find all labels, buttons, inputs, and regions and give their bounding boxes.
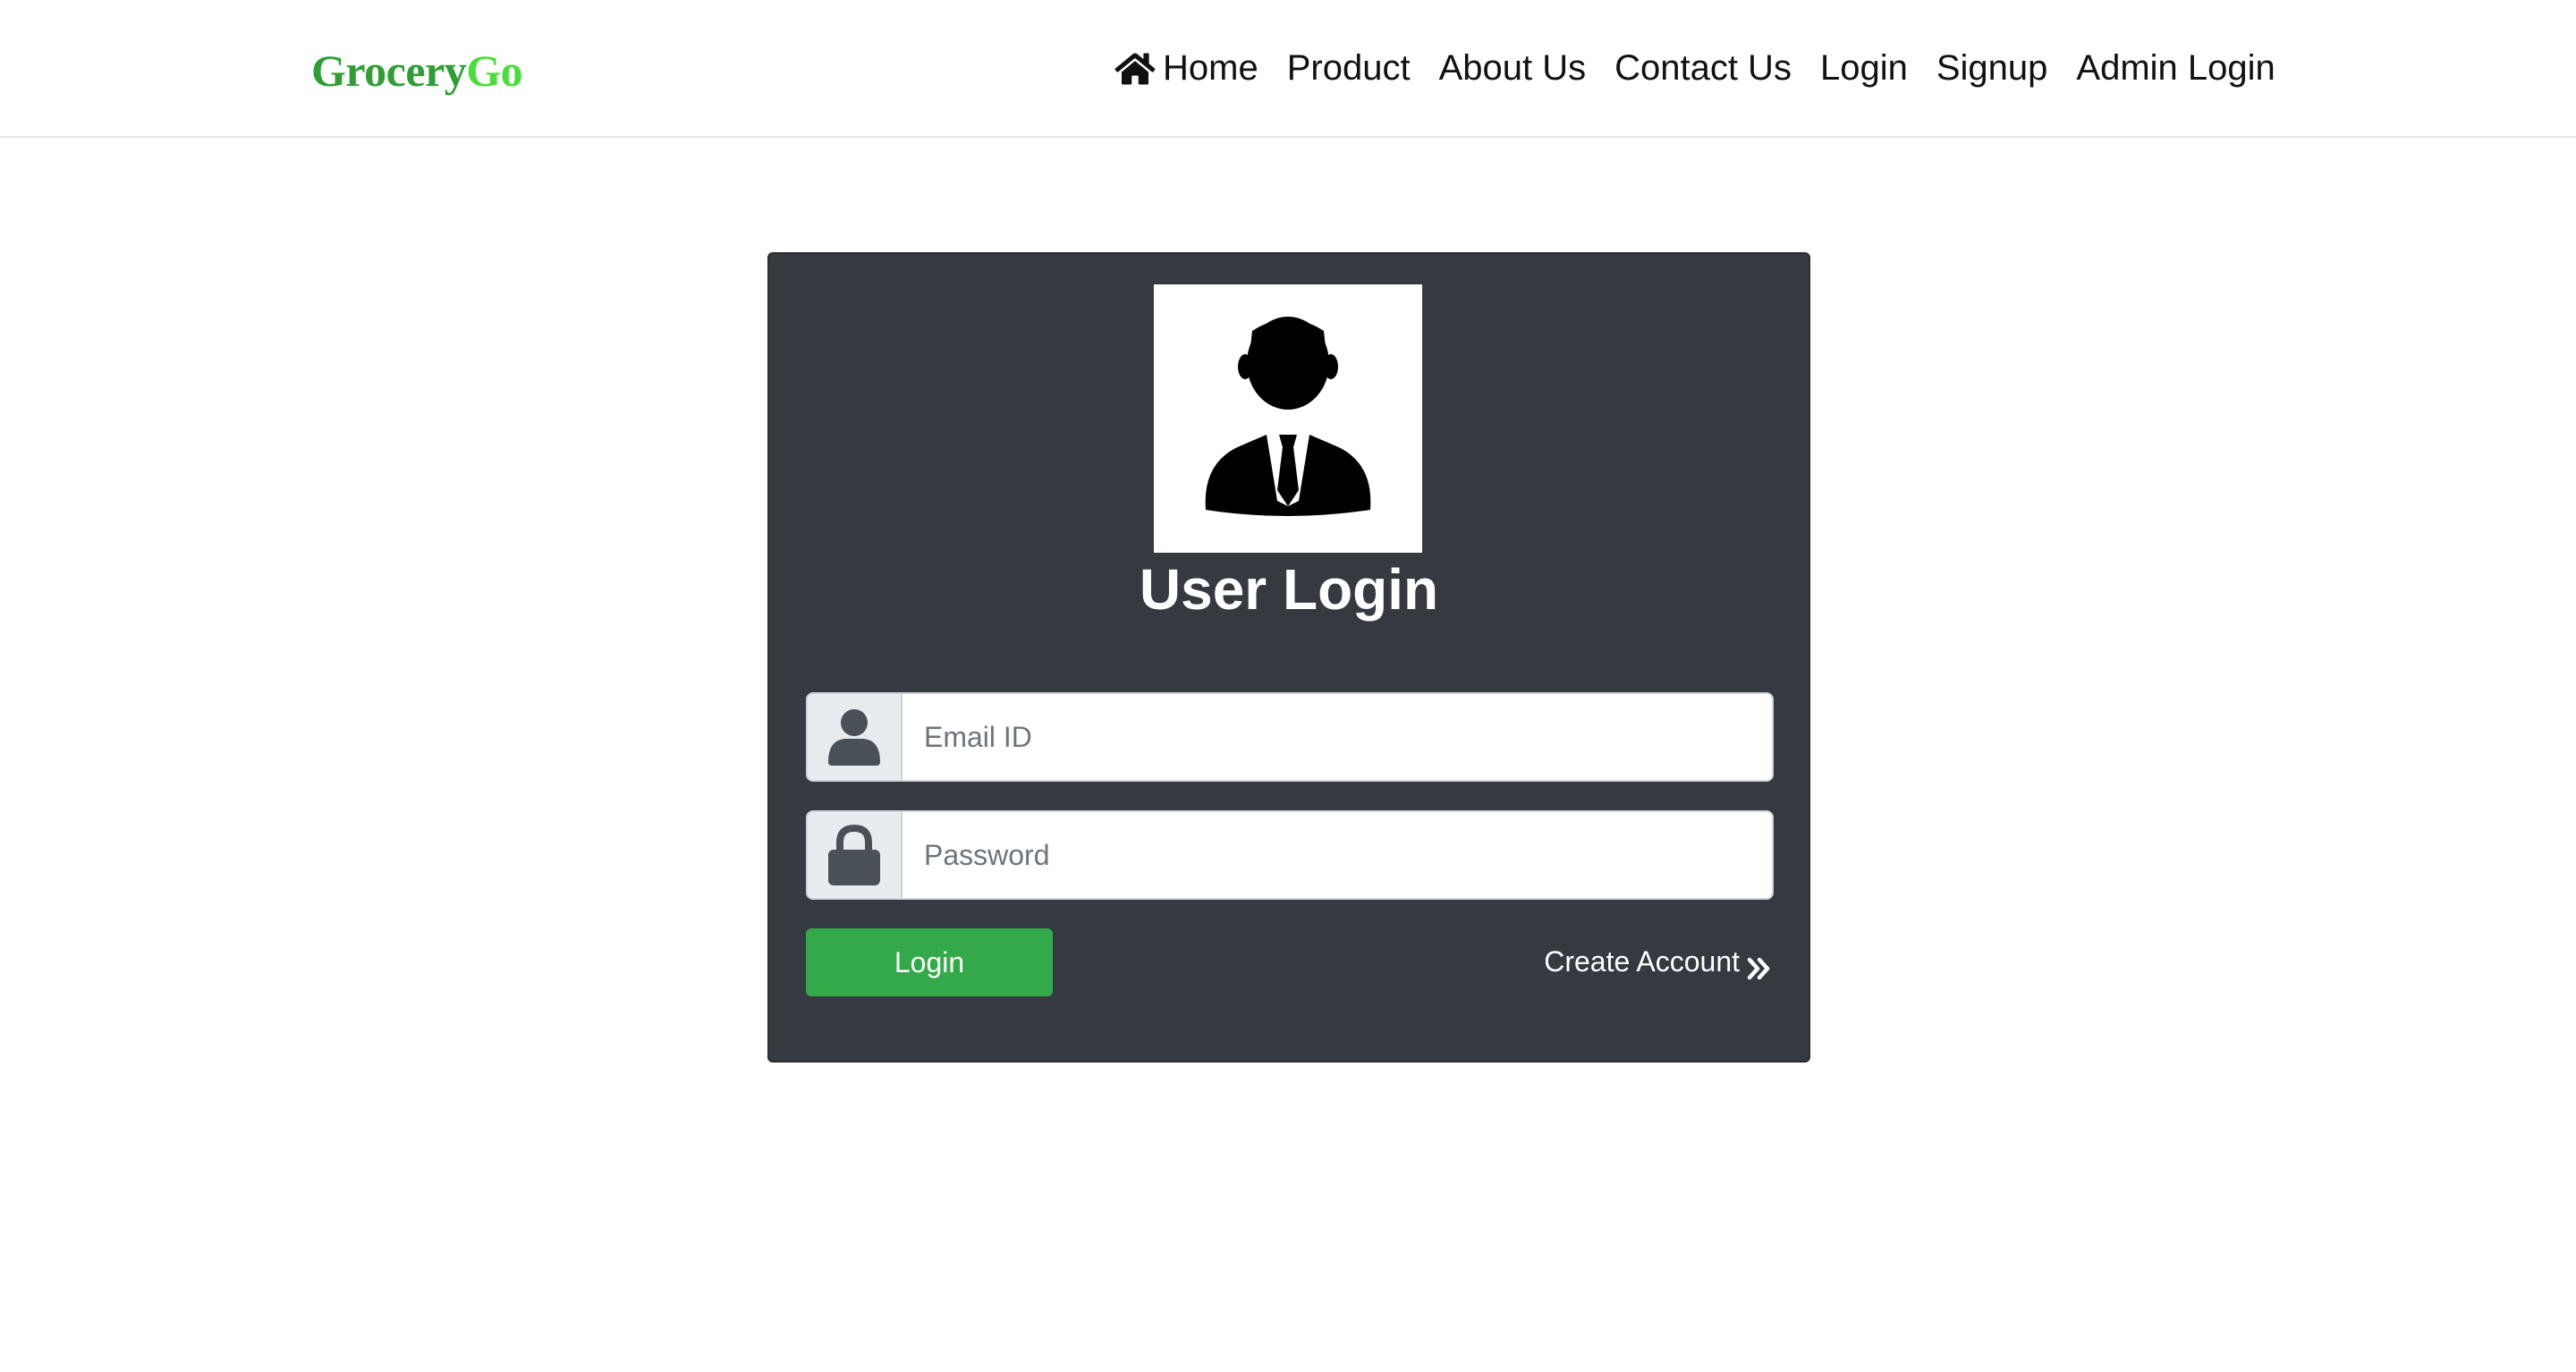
nav-item-login[interactable]: Login [1820,43,1908,93]
user-avatar-icon [1205,317,1371,516]
double-chevron-right-icon [1747,949,1772,980]
brand-part-go: Go [466,46,523,96]
email-field[interactable] [902,694,1772,780]
nav-item-home-label: Home [1163,48,1258,88]
login-card: User Login Login Create Account [767,252,1810,1063]
create-account-label: Create Account [1544,945,1740,978]
create-account-link[interactable]: Create Account [1544,939,1772,984]
page-title: User Login [1139,557,1439,622]
lock-icon [828,825,880,885]
nav-item-product[interactable]: Product [1287,43,1411,93]
main-nav: Home Product About Us Contact Us Login S… [1114,43,2275,93]
nav-item-signup[interactable]: Signup [1936,43,2048,93]
password-field[interactable] [902,812,1772,898]
email-input-group [806,692,1774,782]
nav-item-contact-us[interactable]: Contact Us [1614,43,1792,93]
nav-item-admin-login[interactable]: Admin Login [2076,43,2275,93]
brand-part-grocery: Grocery [311,46,467,96]
email-addon [808,694,902,780]
login-button[interactable]: Login [806,928,1053,996]
navbar: GroceryGo Home Product About Us Contact … [0,0,2576,138]
nav-item-home[interactable]: Home [1114,43,1258,93]
nav-item-about-us[interactable]: About Us [1439,43,1587,93]
password-input-group [806,810,1774,900]
user-icon [828,709,880,766]
password-addon [808,812,902,898]
brand-logo[interactable]: GroceryGo [311,45,523,97]
avatar [1154,284,1422,553]
home-icon [1114,50,1156,86]
